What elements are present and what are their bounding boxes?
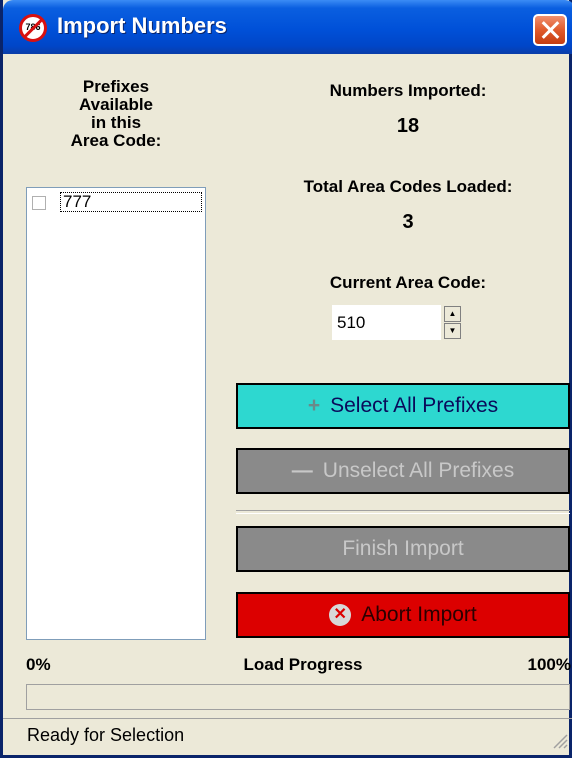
select-all-prefixes-button[interactable]: + Select All Prefixes	[236, 383, 570, 429]
area-code-field[interactable]: 510	[332, 305, 441, 340]
abort-x-icon: ✕	[329, 604, 352, 627]
prefixes-label: Prefixes Available in this Area Code:	[70, 77, 162, 150]
total-area-codes-label: Total Area Codes Loaded:	[303, 177, 513, 196]
spin-down-button[interactable]: ▼	[444, 323, 461, 339]
divider	[236, 510, 570, 514]
list-item[interactable]: 777	[30, 192, 202, 214]
arrow-down-icon: ▼	[448, 326, 457, 335]
import-numbers-window: 786 Import Numbers Prefixes Available in…	[0, 0, 572, 758]
arrow-up-icon: ▲	[448, 309, 457, 318]
resize-grip-icon[interactable]	[548, 729, 568, 749]
prefix-list[interactable]: 777	[26, 187, 206, 640]
prefix-checkbox[interactable]	[32, 196, 46, 210]
prefix-label: 777	[60, 192, 202, 212]
numbers-imported-value: 18	[396, 115, 420, 137]
unselect-all-prefixes-button[interactable]: — Unselect All Prefixes	[236, 448, 570, 494]
current-area-code-label: Current Area Code:	[329, 273, 487, 292]
numbers-imported-label: Numbers Imported:	[329, 81, 487, 100]
abort-import-button[interactable]: ✕ Abort Import	[236, 592, 570, 638]
status-bar: Ready for Selection	[3, 718, 572, 756]
load-progress-bar	[26, 684, 570, 710]
progress-title: Load Progress	[243, 655, 363, 674]
area-code-spinner[interactable]: 510 ▲ ▼	[332, 305, 472, 340]
total-area-codes-value: 3	[402, 211, 414, 233]
progress-max-label: 100%	[527, 655, 571, 674]
no-786-app-icon: 786	[19, 14, 47, 42]
spin-up-button[interactable]: ▲	[444, 306, 461, 322]
progress-min-label: 0%	[26, 655, 51, 674]
minus-icon: —	[291, 459, 313, 482]
finish-import-button[interactable]: Finish Import	[236, 526, 570, 572]
status-text: Ready for Selection	[27, 725, 185, 745]
window-title: Import Numbers	[57, 13, 227, 38]
plus-icon: +	[307, 394, 321, 417]
close-button[interactable]	[533, 14, 567, 46]
title-bar[interactable]: 786 Import Numbers	[3, 0, 572, 54]
